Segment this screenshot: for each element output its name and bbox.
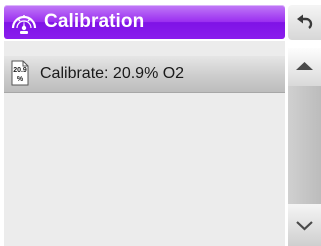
calibration-screen: Calibration 20.9 % Calibrate: 20.9% O2 — [0, 0, 321, 246]
menu-list: 20.9 % Calibrate: 20.9% O2 — [4, 41, 285, 246]
list-item-label: Calibrate: 20.9% O2 — [40, 65, 185, 82]
o2-percent-icon: 20.9 % — [11, 60, 29, 86]
scroll-up-button[interactable] — [288, 48, 321, 86]
gauge-icon — [10, 8, 38, 36]
page-title: Calibration — [44, 11, 145, 32]
o2-icon-unit: % — [17, 76, 24, 83]
scroll-down-button[interactable] — [288, 204, 321, 246]
scrollbar-track[interactable] — [288, 86, 321, 204]
back-button[interactable] — [288, 5, 321, 40]
o2-icon-value: 20.9 — [13, 67, 27, 74]
title-bar: Calibration — [4, 5, 285, 39]
list-item-calibrate-o2[interactable]: 20.9 % Calibrate: 20.9% O2 — [4, 56, 285, 93]
